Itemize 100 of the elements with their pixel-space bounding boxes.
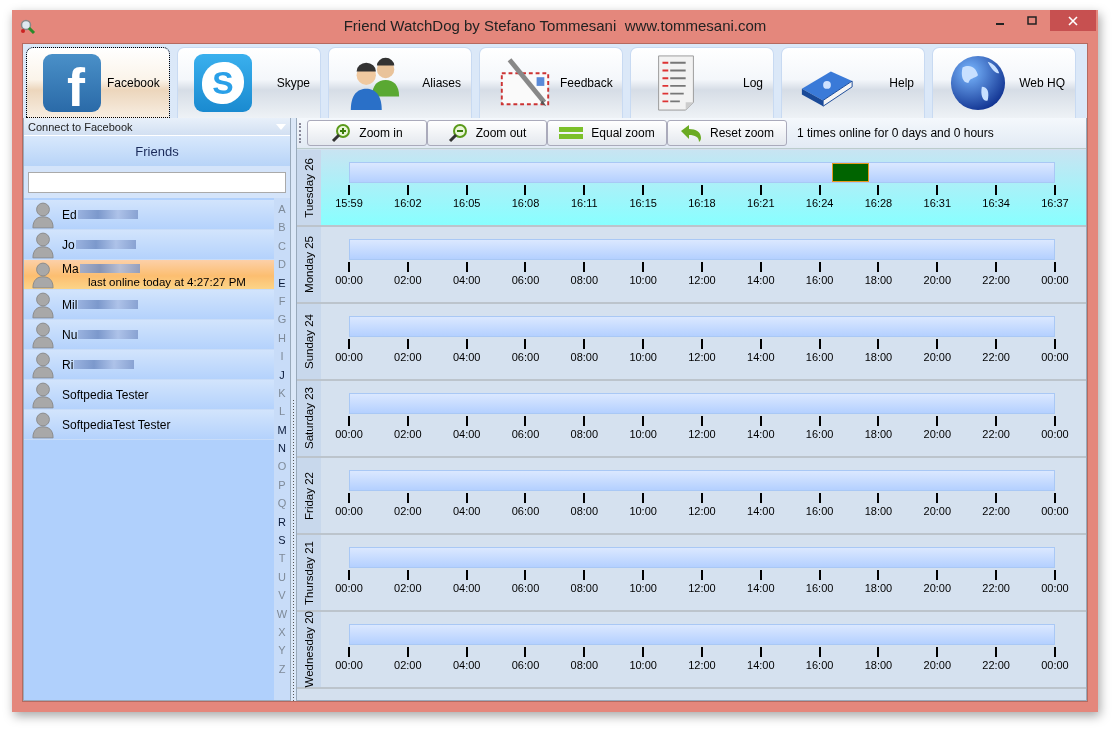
equal-icon	[559, 126, 584, 140]
tick-label: 10:00	[629, 505, 657, 517]
tick-label: 08:00	[570, 274, 599, 286]
tick-mark	[877, 416, 880, 426]
day-row[interactable]: Friday 22 00:00 02:00 04:00 06:00 08:00 10:00 12:00 14:00 16:00 18:00 20:00 22:00 00:00	[297, 458, 1086, 535]
zoom-toolbar-button[interactable]: Equal zoom	[547, 120, 667, 146]
tick-label: 04:00	[452, 274, 481, 286]
tick-label: 02:00	[394, 351, 422, 363]
search-field[interactable]	[28, 172, 286, 193]
tick-label: 08:00	[570, 351, 599, 363]
tick-label: 16:37	[1041, 197, 1069, 209]
index-letter[interactable]: S	[278, 531, 286, 550]
tick-label: 12:00	[688, 505, 716, 517]
tab[interactable]: f Facebook	[26, 47, 170, 118]
day-row[interactable]: Wednesday 20 00:00 02:00 04:00 06:00 08:00 10:00 12:00 14:00 16:00 18:00 20:00 22:00 00:00	[297, 612, 1086, 689]
tab[interactable]: Feedback	[479, 47, 623, 118]
tick-mark	[583, 570, 586, 580]
tick-mark	[465, 570, 468, 580]
day-label: Thursday 21	[303, 540, 315, 605]
tick-label: 10:00	[629, 582, 657, 594]
tick-label: 00:00	[1041, 428, 1069, 440]
tick-mark	[936, 647, 939, 657]
close-button[interactable]	[1050, 10, 1096, 31]
index-letter[interactable]: E	[278, 273, 286, 292]
day-row[interactable]: Sunday 24 00:00 02:00 04:00 06:00 08:00 10:00 12:00 14:00 16:00 18:00 20:00 22:00 00:00	[297, 304, 1086, 381]
tick-mark	[877, 647, 880, 657]
tick-label: 00:00	[1041, 351, 1069, 363]
tick-mark	[465, 339, 468, 349]
tick-mark	[583, 416, 586, 426]
avatar-icon	[32, 380, 54, 409]
zoom-toolbar-button[interactable]: Zoom in	[307, 120, 427, 146]
tick-label: 12:00	[688, 582, 716, 594]
tick-label: 14:00	[747, 428, 775, 440]
friend-item[interactable]: Nu	[24, 320, 274, 350]
tick-mark	[995, 339, 998, 349]
tick-mark	[642, 416, 645, 426]
tick-mark	[818, 185, 821, 195]
zoom-in-icon	[331, 123, 352, 143]
tick-label: 06:00	[511, 582, 540, 594]
zoom-out-icon	[447, 123, 468, 143]
tab[interactable]: Help	[781, 47, 925, 118]
tick-mark	[524, 262, 527, 272]
tick-label: 06:00	[511, 505, 540, 517]
avatar-icon	[32, 260, 54, 289]
tick-label: 00:00	[335, 428, 363, 440]
friend-item[interactable]: Jo	[24, 230, 274, 260]
tick-label: 02:00	[394, 274, 422, 286]
tick-mark	[406, 416, 409, 426]
friend-item[interactable]: SoftpediaTest Tester	[24, 410, 274, 440]
tick-label: 00:00	[335, 274, 363, 286]
friend-item[interactable]: Ed	[24, 200, 274, 230]
tick-mark	[465, 185, 468, 195]
tick-mark	[818, 647, 821, 657]
tick-mark	[1053, 416, 1056, 426]
tick-label: 16:05	[452, 197, 481, 209]
friend-item[interactable]: Ma last online today at 4:27:27 PM	[24, 260, 274, 290]
tick-label: 10:00	[629, 274, 657, 286]
tick-mark	[406, 647, 409, 657]
tick-mark	[700, 416, 703, 426]
tab[interactable]: S Skype	[177, 47, 321, 118]
friend-item[interactable]: Ri	[24, 350, 274, 380]
tick-mark	[348, 262, 350, 272]
tab[interactable]: Log	[630, 47, 774, 118]
friend-item[interactable]: Mil	[24, 290, 274, 320]
day-row[interactable]: Monday 25 00:00 02:00 04:00 06:00 08:00 10:00 12:00 14:00 16:00 18:00 20:00 22:00 00:00	[297, 227, 1086, 304]
avatar-icon	[32, 320, 54, 349]
tick-mark	[348, 339, 350, 349]
tick-mark	[1053, 493, 1056, 503]
tick-label: 12:00	[688, 659, 716, 671]
index-letter[interactable]: R	[278, 512, 286, 532]
tick-label: 06:00	[511, 351, 540, 363]
tab[interactable]: Aliases	[328, 47, 472, 118]
tick-mark	[818, 339, 821, 349]
zoom-toolbar-button[interactable]: Zoom out	[427, 120, 547, 146]
tick-label: 10:00	[629, 351, 657, 363]
tick-label: 14:00	[747, 659, 775, 671]
tick-mark	[406, 185, 409, 195]
day-row[interactable]: Thursday 21 00:00 02:00 04:00 06:00 08:00 10:00 12:00 14:00 16:00 18:00 20:00 22:00 00:00	[297, 535, 1086, 612]
tick-mark	[642, 185, 645, 195]
close-icon	[1068, 15, 1078, 26]
tick-mark	[348, 185, 350, 195]
index-letter[interactable]: N	[278, 439, 286, 458]
tick-mark	[642, 647, 645, 657]
tick-mark	[1053, 570, 1056, 580]
index-letter[interactable]: M	[277, 420, 287, 440]
tick-label: 22:00	[982, 505, 1010, 517]
tick-label: 18:00	[864, 505, 893, 517]
zoom-toolbar-button[interactable]: Reset zoom	[667, 120, 787, 146]
tick-mark	[406, 493, 409, 503]
tick-mark	[995, 647, 998, 657]
tick-label: 00:00	[335, 505, 363, 517]
tab[interactable]: Web HQ	[932, 47, 1076, 118]
index-letter[interactable]: J	[279, 365, 285, 384]
friend-item[interactable]: Softpedia Tester	[24, 380, 274, 410]
tick-mark	[995, 262, 998, 272]
connect-dropdown[interactable]: Connect to Facebook	[24, 118, 290, 135]
day-row[interactable]: Saturday 23 00:00 02:00 04:00 06:00 08:00 10:00 12:00 14:00 16:00 18:00 20:00 22:00 00:00	[297, 381, 1086, 458]
tick-mark	[524, 339, 527, 349]
tick-mark	[818, 570, 821, 580]
day-row[interactable]: Tuesday 26 15:59 16:02 16:05 16:08 16:11 16:15 16:18 16:21 16:24 16:28 16:31 16:34 16:37	[297, 150, 1086, 227]
